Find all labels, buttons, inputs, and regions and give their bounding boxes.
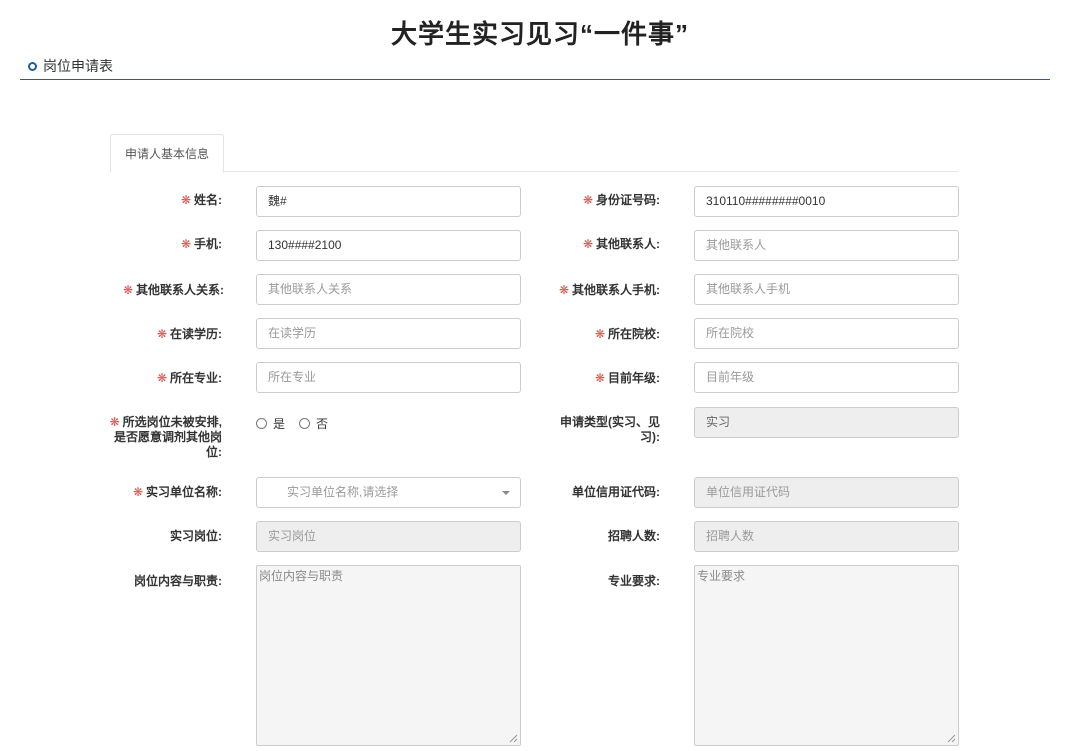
major-label: ❋ 所在专业:: [156, 371, 222, 385]
accept-other-radio-group: 是 否: [256, 415, 342, 432]
major-field[interactable]: 所在专业: [256, 362, 521, 393]
required-asterisk-icon: ❋: [582, 193, 593, 207]
radio-circle-icon[interactable]: [256, 418, 267, 429]
phone-field[interactable]: 130####2100: [256, 230, 521, 261]
grade-label: ❋ 目前年级:: [594, 371, 660, 385]
section-title: 岗位申请表: [43, 58, 113, 74]
page-title: 大学生实习见习“一件事”: [390, 19, 689, 49]
required-asterisk-icon: ❋: [594, 327, 605, 341]
name-label: ❋ 姓名:: [180, 193, 222, 207]
id-number-field[interactable]: 310110########0010: [694, 186, 959, 217]
radio-circle-icon[interactable]: [299, 418, 311, 429]
required-asterisk-icon: ❋: [180, 193, 191, 207]
position-field: 实习岗位: [256, 521, 521, 552]
other-contact-phone-label: ❋ 其他联系人手机:: [558, 283, 660, 297]
headcount-field: 招聘人数: [694, 521, 959, 552]
accept-other-label: ❋ 所选岗位未被安排,是否愿意调剂其他岗位:: [109, 415, 222, 459]
education-label: ❋ 在读学历:: [156, 327, 222, 341]
required-asterisk-icon: ❋: [122, 283, 133, 297]
headcount-label: 招聘人数:: [608, 529, 660, 543]
required-asterisk-icon: ❋: [558, 283, 569, 297]
other-contact-relation-field[interactable]: 其他联系人关系: [256, 274, 521, 305]
duties-textarea[interactable]: 岗位内容与职责: [256, 565, 521, 746]
resize-handle-icon[interactable]: [509, 734, 518, 743]
other-contact-label: ❋ 其他联系人:: [582, 237, 660, 251]
school-field[interactable]: 所在院校: [694, 318, 959, 349]
required-asterisk-icon: ❋: [156, 371, 167, 385]
school-label: ❋ 所在院校:: [594, 327, 660, 341]
grade-field[interactable]: 目前年级: [694, 362, 959, 393]
company-name-select[interactable]: 实习单位名称,请选择: [256, 477, 521, 508]
requirements-label: 专业要求:: [608, 574, 660, 588]
other-contact-relation-label: ❋ 其他联系人关系:: [122, 283, 224, 297]
credit-code-label: 单位信用证代码:: [572, 485, 660, 499]
other-contact-phone-field[interactable]: 其他联系人手机: [694, 274, 959, 305]
required-asterisk-icon: ❋: [582, 237, 593, 251]
education-field[interactable]: 在读学历: [256, 318, 521, 349]
radio-yes[interactable]: 是: [256, 415, 285, 432]
required-asterisk-icon: ❋: [132, 485, 143, 499]
duties-label: 岗位内容与职责:: [134, 574, 222, 588]
tab-applicant-info[interactable]: 申请人基本信息: [110, 134, 225, 173]
apply-type-label: 申请类型(实习、见习):: [560, 415, 660, 444]
radio-no[interactable]: 否: [299, 415, 328, 432]
circle-bullet-icon: [28, 61, 37, 71]
section-divider: [20, 79, 1050, 80]
required-asterisk-icon: ❋: [156, 327, 167, 341]
resize-handle-icon[interactable]: [947, 734, 956, 743]
name-field[interactable]: 魏#: [256, 186, 521, 217]
other-contact-field[interactable]: 其他联系人: [694, 230, 959, 261]
section-header: 岗位申请表: [28, 56, 113, 76]
phone-label: ❋ 手机:: [180, 237, 222, 251]
apply-type-field: 实习: [694, 407, 959, 438]
position-label: 实习岗位:: [170, 529, 222, 543]
tab-bar: 申请人基本信息: [110, 134, 958, 173]
required-asterisk-icon: ❋: [180, 237, 191, 251]
requirements-textarea[interactable]: 专业要求: [694, 565, 959, 746]
id-number-label: ❋ 身份证号码:: [582, 193, 660, 207]
chevron-down-icon[interactable]: [502, 491, 510, 495]
required-asterisk-icon: ❋: [594, 371, 605, 385]
required-asterisk-icon: ❋: [109, 415, 120, 429]
company-name-label: ❋ 实习单位名称:: [132, 485, 222, 499]
credit-code-field: 单位信用证代码: [694, 477, 959, 508]
